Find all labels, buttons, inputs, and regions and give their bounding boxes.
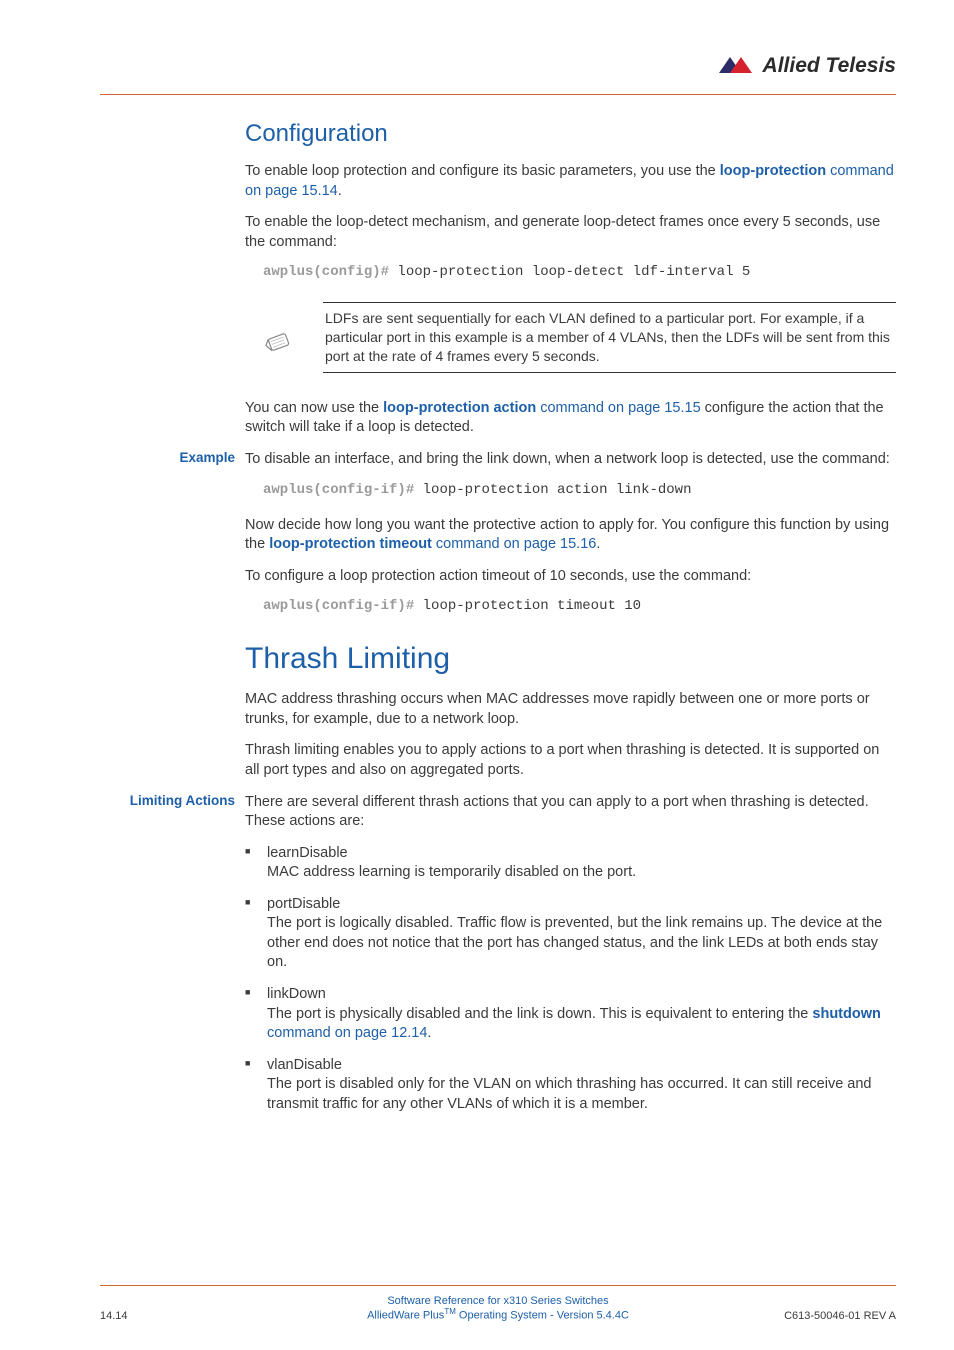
actions-list: learnDisable MAC address learning is tem… <box>245 844 896 1115</box>
link-shutdown-suffix[interactable]: command on page 12.14 <box>267 1025 427 1041</box>
footer-rev: C613-50046-01 REV A <box>756 1310 896 1322</box>
cli-command: loop-protection timeout 10 <box>414 598 641 614</box>
note-icon <box>245 321 305 355</box>
link-loop-protection-timeout-suffix[interactable]: command on page 15.16 <box>432 536 596 552</box>
cli-command: loop-protection loop-detect ldf-interval… <box>389 264 750 280</box>
paragraph: Now decide how long you want the protect… <box>245 516 896 555</box>
action-name: portDisable <box>267 896 340 912</box>
list-item: linkDown The port is physically disabled… <box>245 985 896 1044</box>
list-item: vlanDisable The port is disabled only fo… <box>245 1056 896 1115</box>
link-shutdown[interactable]: shutdown <box>812 1006 880 1022</box>
brand-logo: Allied Telesis <box>719 54 896 78</box>
link-loop-protection-action[interactable]: loop-protection action <box>383 400 536 416</box>
code-block: awplus(config-if)# loop-protection timeo… <box>263 598 896 614</box>
cli-prompt: awplus(config-if)# <box>263 482 414 498</box>
action-desc: The port is physically disabled and the … <box>267 1006 812 1022</box>
paragraph: To configure a loop protection action ti… <box>245 567 896 587</box>
note: LDFs are sent sequentially for each VLAN… <box>245 302 896 373</box>
paragraph: There are several different thrash actio… <box>245 793 896 832</box>
paragraph: Thrash limiting enables you to apply act… <box>245 741 896 780</box>
action-name: linkDown <box>267 986 326 1002</box>
footer-line2: AlliedWare PlusTM Operating System - Ver… <box>240 1307 756 1322</box>
paragraph: You can now use the loop-protection acti… <box>245 399 896 438</box>
footer-center: Software Reference for x310 Series Switc… <box>240 1295 756 1322</box>
action-name: vlanDisable <box>267 1057 342 1073</box>
link-loop-protection[interactable]: loop-protection <box>720 163 826 179</box>
brand-mark-icon <box>719 57 757 75</box>
action-desc: MAC address learning is temporarily disa… <box>267 864 636 880</box>
cli-prompt: awplus(config)# <box>263 264 389 280</box>
page-number: 14.14 <box>100 1310 240 1322</box>
paragraph: To enable loop protection and configure … <box>245 162 896 201</box>
paragraph: MAC address thrashing occurs when MAC ad… <box>245 690 896 729</box>
footer-line1: Software Reference for x310 Series Switc… <box>240 1295 756 1307</box>
content: Configuration To enable loop protection … <box>100 120 896 1126</box>
brand-text: Allied Telesis <box>763 54 896 78</box>
list-item: learnDisable MAC address learning is tem… <box>245 844 896 883</box>
footer-rule <box>100 1285 896 1286</box>
paragraph: To disable an interface, and bring the l… <box>245 450 896 470</box>
action-desc: The port is logically disabled. Traffic … <box>267 915 882 970</box>
action-name: learnDisable <box>267 845 348 861</box>
code-block: awplus(config-if)# loop-protection actio… <box>263 482 896 498</box>
note-text: LDFs are sent sequentially for each VLAN… <box>323 302 896 373</box>
page: Allied Telesis Configuration To enable l… <box>0 0 954 1350</box>
cli-command: loop-protection action link-down <box>414 482 691 498</box>
action-desc: The port is disabled only for the VLAN o… <box>267 1076 871 1112</box>
list-item: portDisable The port is logically disabl… <box>245 895 896 973</box>
section-thrash-limiting-title: Thrash Limiting <box>245 642 896 676</box>
section-configuration-title: Configuration <box>245 120 896 148</box>
limiting-actions-label: Limiting Actions <box>100 793 235 808</box>
code-block: awplus(config)# loop-protection loop-det… <box>263 264 896 280</box>
example-label: Example <box>100 450 235 465</box>
link-loop-protection-action-suffix[interactable]: command on page 15.15 <box>536 400 700 416</box>
paragraph: To enable the loop-detect mechanism, and… <box>245 213 896 252</box>
link-loop-protection-timeout[interactable]: loop-protection timeout <box>269 536 432 552</box>
header: Allied Telesis <box>100 54 896 95</box>
footer: 14.14 Software Reference for x310 Series… <box>100 1295 896 1322</box>
cli-prompt: awplus(config-if)# <box>263 598 414 614</box>
